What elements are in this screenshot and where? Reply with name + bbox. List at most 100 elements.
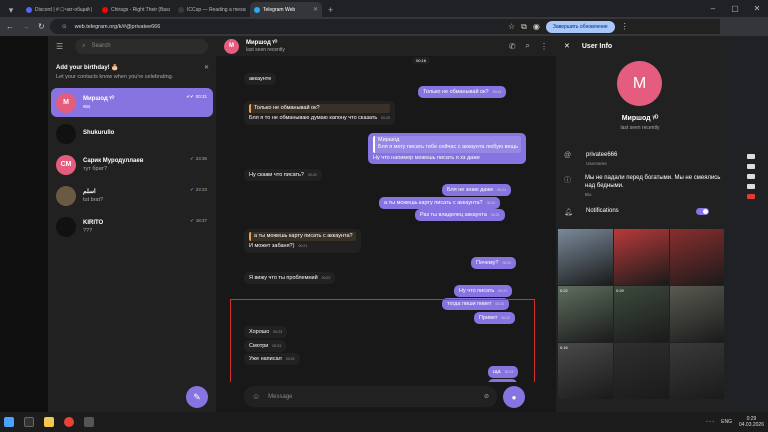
chat-list-item[interactable]: M Миршод ᵞᴰ wa ✔✔ 00:31	[51, 88, 213, 117]
back-icon[interactable]: ←	[6, 22, 14, 31]
outgoing-message[interactable]: Миршод Бля я могу писать тебе сейчас с а…	[368, 133, 526, 165]
highlight-box	[230, 299, 535, 382]
username-row[interactable]: @ privatee666 Username	[564, 152, 724, 166]
browser-tab[interactable]: Chirags - Right Their (Bass Boost)✕	[98, 2, 170, 17]
search-icon[interactable]: ⌕	[526, 41, 530, 51]
forward-icon[interactable]: →	[22, 22, 30, 31]
outgoing-message[interactable]: Бля не знаю даже 00:21	[442, 184, 511, 197]
outgoing-message[interactable]: Только не обманывай ок? 00:19	[418, 86, 507, 99]
video-icon[interactable]	[747, 174, 755, 179]
read-check-icon: ✔	[189, 187, 194, 192]
chat-list-item[interactable]: Shukurullo	[51, 119, 213, 148]
incoming-message[interactable]: Ну скажи что писать? 00:20	[244, 169, 322, 182]
incoming-message[interactable]: Только не обманывай ок? Бля я то не обман…	[244, 101, 396, 125]
maximize-icon[interactable]: ▢	[724, 4, 746, 13]
media-thumbnail[interactable]	[614, 343, 669, 399]
search-icon[interactable]	[24, 417, 34, 427]
outgoing-message[interactable]: Ну что писать 00:22	[454, 285, 513, 298]
browser-tab[interactable]: Telegram Web ✕	[250, 2, 322, 17]
new-tab-button[interactable]: +	[328, 2, 333, 17]
message-list[interactable]: 00:16 аккаунте Только не обманывай ок? 00:…	[216, 56, 556, 382]
settings-icon[interactable]	[747, 194, 755, 199]
search-input[interactable]: ⌕ Search	[75, 38, 208, 54]
message-placeholder: Message	[268, 393, 293, 400]
message-time: 00:20	[381, 116, 391, 121]
windows-start-icon[interactable]	[4, 417, 14, 427]
incoming-message[interactable]: Я вижу что ты проблемний 00:22	[244, 272, 336, 285]
hamburger-menu-icon[interactable]: ☰	[56, 42, 63, 51]
browser-tab[interactable]: Discord | #🗨чат-общий | ICCup...✕	[22, 2, 94, 17]
media-thumbnail[interactable]	[670, 229, 725, 285]
reply-quote[interactable]: Миршод Бля я могу писать тебе сейчас с а…	[373, 136, 521, 153]
close-icon[interactable]: ✕	[564, 42, 570, 50]
chat-last-message: тут брат?	[83, 165, 108, 172]
reload-icon[interactable]: ↻	[38, 22, 45, 31]
chat-list-item[interactable]: KIRITO??? ✔ 18:37	[51, 212, 213, 241]
media-thumbnail[interactable]: 0:22	[558, 286, 613, 342]
media-thumbnail[interactable]: 0:29	[614, 286, 669, 342]
close-icon[interactable]: ✕	[204, 64, 209, 71]
more-icon[interactable]: ⋮	[621, 22, 629, 31]
message-text: аккаунте	[249, 76, 272, 82]
conversation-header[interactable]: M Миршод ᵞᴰ last seen recently ✆ ⌕ ⋮	[216, 36, 556, 56]
reply-quote[interactable]: а ты можешь карту писать с аккаунта?	[249, 232, 356, 242]
incoming-message[interactable]: аккаунте	[244, 73, 277, 86]
pencil-icon: ✎	[193, 391, 201, 402]
chrome-icon[interactable]	[64, 417, 74, 427]
message-text: Почему?	[476, 260, 499, 266]
close-window-icon[interactable]: ✕	[746, 4, 768, 13]
media-thumbnail[interactable]	[614, 229, 669, 285]
avatar: M	[56, 92, 76, 113]
outgoing-message[interactable]: а ты можешь карту писать с аккаунта? 00:2…	[379, 197, 501, 210]
chat-list-item[interactable]: СМ Сарик Муродуллаев тут брат? ✔ 23:36	[51, 150, 213, 179]
window-controls: – ▢ ✕	[702, 0, 768, 17]
media-thumbnail[interactable]	[670, 286, 725, 342]
media-duration: 0:22	[560, 288, 568, 293]
birthday-banner[interactable]: Add your birthday! 🎂 Let your contacts k…	[48, 60, 216, 86]
avatar[interactable]: M	[224, 38, 239, 54]
system-tray: ▪ ▪ ▪ ENG 0:29 04.03.2026	[706, 412, 764, 432]
notifications-toggle[interactable]	[696, 208, 709, 215]
language-indicator[interactable]: ENG	[721, 419, 732, 425]
message-text: И может забаня?)	[249, 243, 295, 250]
attach-icon[interactable]: ⊘	[484, 393, 489, 400]
more-icon[interactable]: ⋮	[540, 42, 548, 51]
incoming-message[interactable]: а ты можешь карту писать с аккаунта? И мо…	[244, 229, 361, 253]
tab-favicon-icon	[102, 6, 108, 13]
close-tab-icon[interactable]: ✕	[313, 6, 318, 13]
microphone-button[interactable]: ●	[503, 386, 525, 408]
minimize-icon[interactable]: –	[702, 4, 724, 13]
media-thumbnail[interactable]: 0:16	[558, 343, 613, 399]
bio-row[interactable]: ⓘ Мы не падали перед богатыми. Мы не сме…	[564, 175, 724, 197]
browser-tab[interactable]: ICCup — Reading a message from...✕	[174, 2, 246, 17]
reply-quote[interactable]: Только не обманывай ок?	[249, 104, 391, 114]
tab-favicon-icon	[26, 6, 32, 13]
new-message-button[interactable]: ✎	[186, 386, 208, 408]
outgoing-message[interactable]: Раз ты владелец аккаунта 00:21	[415, 209, 505, 222]
outgoing-message[interactable]: Почему? 00:22	[471, 257, 517, 270]
emoji-icon[interactable]: ☺	[252, 392, 260, 401]
file-explorer-icon[interactable]	[44, 417, 54, 427]
message-input[interactable]: ☺ Message ⊘	[244, 386, 497, 407]
extensions-icon[interactable]: ⧉	[521, 22, 527, 32]
update-button[interactable]: Завершить обновление	[545, 20, 615, 33]
chat-list-item[interactable]: اسلم tut brat? ✔ 23:33	[51, 181, 213, 210]
edit-icon[interactable]	[747, 154, 755, 159]
phone-icon[interactable]: ✆	[509, 42, 516, 51]
message-icon[interactable]	[747, 184, 755, 189]
camera-icon[interactable]	[747, 164, 755, 169]
profile-icon[interactable]: ◉	[533, 22, 540, 31]
chat-time: 00:31	[195, 94, 207, 99]
app-icon[interactable]	[84, 417, 94, 427]
clock[interactable]: 0:29 04.03.2026	[739, 416, 764, 429]
star-icon[interactable]: ☆	[508, 22, 515, 31]
message-time: 00:20	[307, 173, 317, 177]
profile-avatar[interactable]: M	[617, 61, 662, 106]
message-time: 00:22	[498, 289, 508, 293]
media-thumbnail[interactable]	[670, 343, 725, 399]
tray-icons[interactable]: ▪ ▪ ▪	[706, 419, 714, 425]
media-thumbnail[interactable]	[558, 229, 613, 285]
tab-search-icon[interactable]: ▾	[4, 3, 18, 17]
chat-last-message: wa	[83, 103, 91, 110]
site-info-icon[interactable]: ⊙	[62, 24, 67, 30]
